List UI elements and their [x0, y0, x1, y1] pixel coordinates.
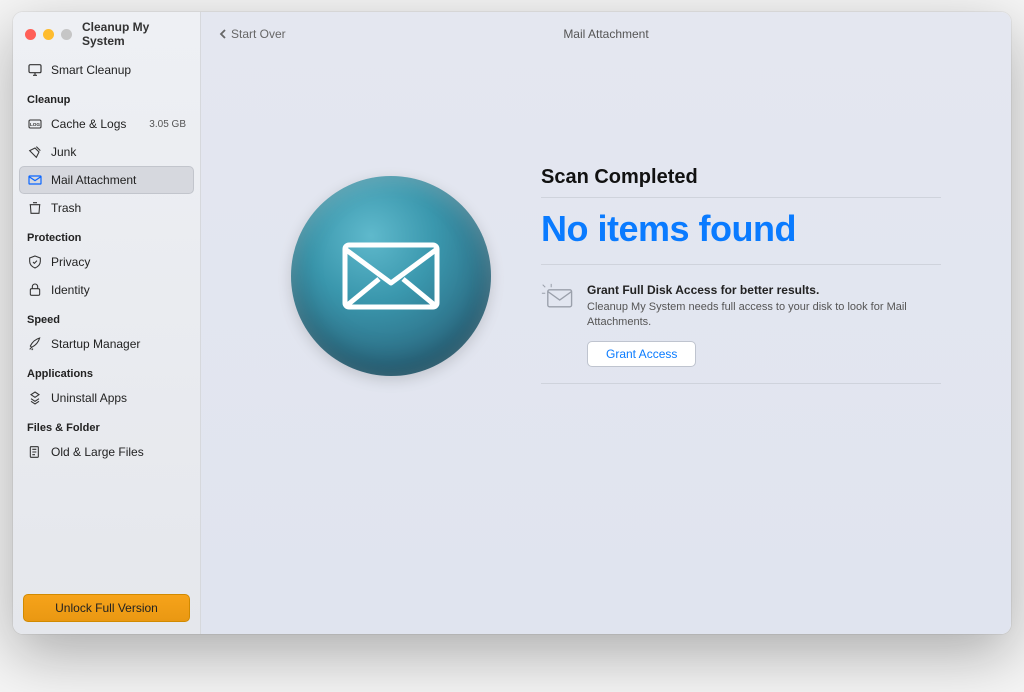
titlebar: Cleanup My System	[13, 12, 200, 56]
access-title: Grant Full Disk Access for better result…	[587, 283, 941, 297]
full-disk-access-prompt: Grant Full Disk Access for better result…	[541, 265, 941, 384]
sidebar-item-privacy[interactable]: Privacy	[19, 248, 194, 276]
sidebar: Cleanup My System Smart Cleanup Cleanup …	[13, 12, 201, 634]
sidebar-section-protection: Protection	[19, 222, 194, 248]
lock-icon	[27, 282, 43, 298]
sidebar-item-label: Cache & Logs	[51, 117, 126, 131]
sidebar-item-cache-logs[interactable]: LOG Cache & Logs 3.05 GB	[19, 110, 194, 138]
sidebar-item-badge: 3.05 GB	[149, 119, 186, 130]
trash-icon	[27, 200, 43, 216]
sidebar-item-identity[interactable]: Identity	[19, 276, 194, 304]
start-over-button[interactable]: Start Over	[219, 27, 286, 41]
sidebar-section-speed: Speed	[19, 304, 194, 330]
monitor-icon	[27, 62, 43, 78]
sidebar-item-label: Old & Large Files	[51, 445, 144, 459]
close-window-button[interactable]	[25, 29, 36, 40]
grant-access-button[interactable]: Grant Access	[587, 341, 696, 367]
results-panel: Scan Completed No items found Grant Full…	[541, 166, 941, 384]
no-items-found-heading: No items found	[541, 198, 941, 265]
scan-completed-heading: Scan Completed	[541, 166, 941, 198]
app-icon	[27, 390, 43, 406]
sidebar-section-applications: Applications	[19, 358, 194, 384]
window-controls	[25, 29, 72, 40]
sidebar-item-label: Mail Attachment	[51, 173, 136, 187]
broom-icon	[27, 144, 43, 160]
sidebar-item-junk[interactable]: Junk	[19, 138, 194, 166]
sidebar-item-label: Trash	[51, 201, 81, 215]
app-window: Cleanup My System Smart Cleanup Cleanup …	[13, 12, 1011, 634]
zoom-window-button[interactable]	[61, 29, 72, 40]
sidebar-item-label: Privacy	[51, 255, 90, 269]
files-icon	[27, 444, 43, 460]
sidebar-item-trash[interactable]: Trash	[19, 194, 194, 222]
sidebar-item-label: Startup Manager	[51, 337, 140, 351]
sidebar-item-old-large-files[interactable]: Old & Large Files	[19, 438, 194, 466]
toolbar-title: Mail Attachment	[563, 27, 648, 41]
sidebar-item-label: Junk	[51, 145, 76, 159]
svg-text:LOG: LOG	[30, 122, 40, 127]
envelope-icon	[27, 172, 43, 188]
shield-icon	[27, 254, 43, 270]
sidebar-item-smart-cleanup[interactable]: Smart Cleanup	[19, 56, 194, 84]
access-description: Cleanup My System needs full access to y…	[587, 300, 941, 331]
toolbar: Start Over Mail Attachment	[201, 12, 1011, 56]
sidebar-item-label: Identity	[51, 283, 90, 297]
main-content: Start Over Mail Attachment Scan Complete…	[201, 12, 1011, 634]
sidebar-item-label: Smart Cleanup	[51, 63, 131, 77]
sidebar-item-startup-manager[interactable]: Startup Manager	[19, 330, 194, 358]
back-label: Start Over	[231, 27, 286, 41]
sidebar-item-mail-attachment[interactable]: Mail Attachment	[19, 166, 194, 194]
log-icon: LOG	[27, 116, 43, 132]
minimize-window-button[interactable]	[43, 29, 54, 40]
unlock-full-version-button[interactable]: Unlock Full Version	[23, 594, 190, 622]
disk-access-icon	[541, 283, 575, 367]
window-title: Cleanup My System	[82, 20, 188, 48]
sidebar-list: Smart Cleanup Cleanup LOG Cache & Logs 3…	[13, 56, 200, 588]
hero-mail-icon	[291, 176, 491, 376]
sidebar-item-uninstall-apps[interactable]: Uninstall Apps	[19, 384, 194, 412]
chevron-left-icon	[219, 29, 227, 39]
sidebar-item-label: Uninstall Apps	[51, 391, 127, 405]
sidebar-section-files: Files & Folder	[19, 412, 194, 438]
sidebar-section-cleanup: Cleanup	[19, 84, 194, 110]
content-area: Scan Completed No items found Grant Full…	[201, 56, 1011, 634]
rocket-icon	[27, 336, 43, 352]
